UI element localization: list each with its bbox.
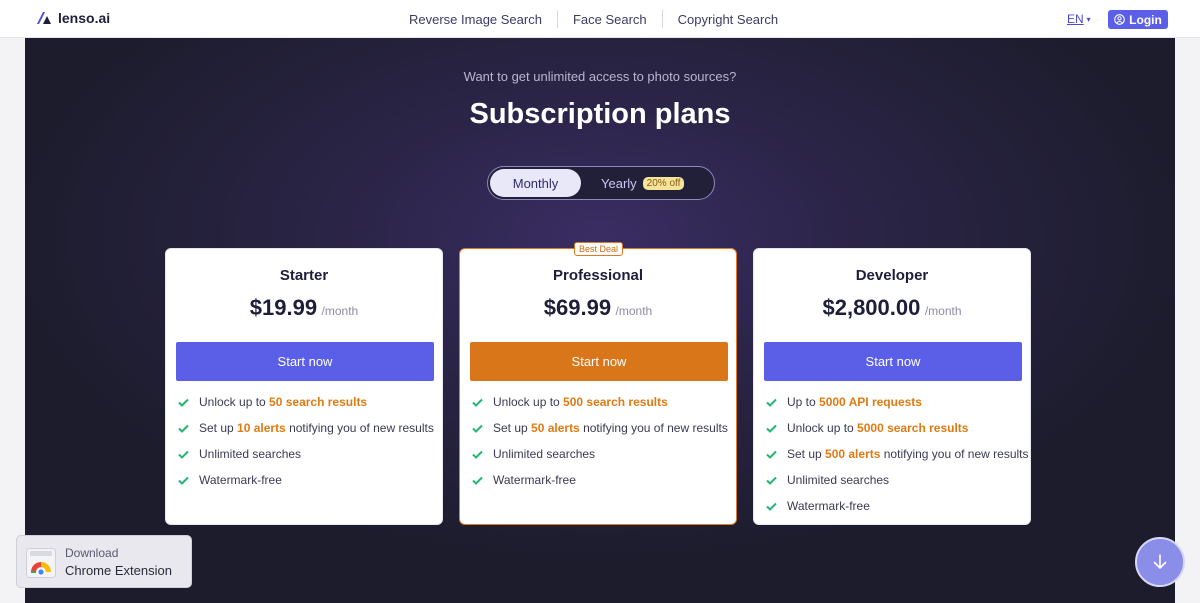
billing-period-toggle: Monthly Yearly 20% off bbox=[487, 166, 715, 200]
lenso-logo-icon bbox=[37, 12, 51, 24]
price-amount: $69.99 bbox=[543, 295, 612, 320]
price-period: /month bbox=[615, 304, 653, 318]
page-title: Subscription plans bbox=[469, 98, 731, 130]
plan-name: Starter bbox=[279, 267, 329, 284]
nav-copyright-search[interactable]: Copyright Search bbox=[663, 12, 793, 27]
check-icon bbox=[472, 476, 483, 485]
start-now-button-starter[interactable]: Start now bbox=[176, 342, 434, 381]
pricing-eyebrow: Want to get unlimited access to photo so… bbox=[463, 69, 737, 84]
check-icon bbox=[766, 398, 777, 407]
feature-item: Watermark-free bbox=[766, 493, 1029, 519]
check-icon bbox=[472, 424, 483, 433]
best-deal-badge: Best Deal bbox=[574, 242, 624, 256]
check-icon bbox=[766, 424, 777, 433]
feature-text: Set up 500 alerts notifying you of new r… bbox=[787, 447, 1029, 461]
check-icon bbox=[472, 398, 483, 407]
feature-text: Unlimited searches bbox=[787, 473, 890, 487]
feature-item: Unlock up to 5000 search results bbox=[766, 415, 1029, 441]
feature-list: Unlock up to 500 search results Set up 5… bbox=[472, 389, 728, 493]
start-now-button-developer[interactable]: Start now bbox=[764, 342, 1022, 381]
feature-text: Watermark-free bbox=[787, 499, 870, 513]
chrome-extension-banner[interactable]: Download Chrome Extension bbox=[16, 535, 192, 588]
nav-face-search[interactable]: Face Search bbox=[558, 12, 662, 27]
feature-text: Unlimited searches bbox=[493, 447, 596, 461]
pricing-section: Want to get unlimited access to photo so… bbox=[25, 38, 1175, 603]
feature-item: Unlock up to 50 search results bbox=[178, 389, 434, 415]
plan-card-starter: Starter $19.99 /month Start now Unlock u… bbox=[165, 248, 443, 525]
login-label: Login bbox=[1129, 12, 1162, 27]
discount-badge: 20% off bbox=[642, 176, 685, 190]
plan-name: Developer bbox=[855, 267, 929, 284]
feature-text: Unlimited searches bbox=[199, 447, 302, 461]
plan-card-professional: Best Deal Professional $69.99 /month Sta… bbox=[459, 242, 737, 525]
user-circle-icon bbox=[1114, 14, 1125, 25]
plan-card-developer: Developer $2,800.00 /month Start now Up … bbox=[753, 248, 1031, 525]
check-icon bbox=[766, 476, 777, 485]
price-period: /month bbox=[321, 304, 359, 318]
feature-text: Unlock up to 5000 search results bbox=[787, 421, 969, 435]
logo[interactable]: lenso.ai bbox=[36, 10, 110, 26]
feature-text: Watermark-free bbox=[493, 473, 576, 487]
price-amount: $19.99 bbox=[249, 295, 318, 320]
feature-item: Watermark-free bbox=[178, 467, 434, 493]
feature-item: Set up 500 alerts notifying you of new r… bbox=[766, 441, 1029, 467]
feature-text: Up to 5000 API requests bbox=[787, 395, 922, 409]
plan-price: $2,800.00 /month bbox=[754, 295, 1030, 321]
check-icon bbox=[178, 476, 189, 485]
check-icon bbox=[178, 424, 189, 433]
scroll-down-button[interactable] bbox=[1135, 537, 1185, 587]
language-selector[interactable]: EN ▾ bbox=[1067, 12, 1091, 26]
feature-text: Watermark-free bbox=[199, 473, 282, 487]
feature-text: Unlock up to 50 search results bbox=[199, 395, 368, 409]
language-code: EN bbox=[1067, 12, 1084, 26]
login-button[interactable]: Login bbox=[1108, 10, 1168, 29]
plan-price: $19.99 /month bbox=[166, 295, 442, 321]
feature-item: Set up 50 alerts notifying you of new re… bbox=[472, 415, 728, 441]
feature-item: Unlock up to 500 search results bbox=[472, 389, 728, 415]
main-nav: Reverse Image Search Face Search Copyrig… bbox=[394, 0, 793, 38]
toggle-yearly[interactable]: Yearly 20% off bbox=[601, 169, 685, 197]
arrow-down-icon bbox=[1153, 554, 1167, 569]
check-icon bbox=[178, 450, 189, 459]
feature-text: Set up 50 alerts notifying you of new re… bbox=[493, 421, 728, 435]
feature-item: Unlimited searches bbox=[178, 441, 434, 467]
check-icon bbox=[178, 398, 189, 407]
extension-download-label: Download bbox=[65, 546, 119, 560]
plan-price: $69.99 /month bbox=[460, 295, 736, 321]
start-now-button-professional[interactable]: Start now bbox=[470, 342, 728, 381]
check-icon bbox=[472, 450, 483, 459]
feature-item: Set up 10 alerts notifying you of new re… bbox=[178, 415, 434, 441]
toggle-yearly-label: Yearly bbox=[601, 175, 637, 191]
feature-text: Unlock up to 500 search results bbox=[493, 395, 668, 409]
chrome-icon bbox=[26, 548, 56, 578]
feature-item: Unlimited searches bbox=[472, 441, 728, 467]
nav-reverse-image-search[interactable]: Reverse Image Search bbox=[394, 12, 557, 27]
logo-text: lenso.ai bbox=[58, 10, 111, 26]
plan-name: Professional bbox=[552, 267, 644, 284]
feature-item: Up to 5000 API requests bbox=[766, 389, 1029, 415]
check-icon bbox=[766, 450, 777, 459]
feature-item: Unlimited searches bbox=[766, 467, 1029, 493]
chevron-down-icon: ▾ bbox=[1086, 14, 1091, 24]
top-navbar: lenso.ai Reverse Image Search Face Searc… bbox=[0, 0, 1200, 38]
feature-item: Watermark-free bbox=[472, 467, 728, 493]
feature-list: Up to 5000 API requests Unlock up to 500… bbox=[766, 389, 1029, 519]
feature-list: Unlock up to 50 search results Set up 10… bbox=[178, 389, 434, 493]
toggle-monthly[interactable]: Monthly bbox=[490, 169, 581, 197]
check-icon bbox=[766, 502, 777, 511]
price-period: /month bbox=[924, 304, 962, 318]
extension-name-label: Chrome Extension bbox=[65, 563, 172, 578]
feature-text: Set up 10 alerts notifying you of new re… bbox=[199, 421, 434, 435]
price-amount: $2,800.00 bbox=[822, 295, 921, 320]
